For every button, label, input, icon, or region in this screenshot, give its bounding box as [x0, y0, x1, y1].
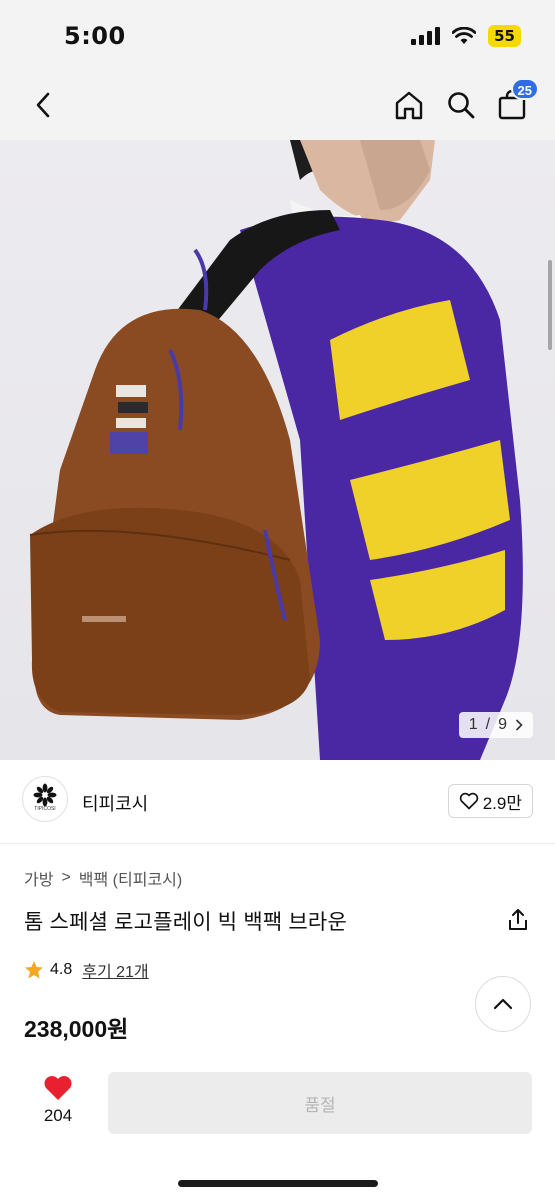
sold-out-button[interactable]: 품절: [108, 1072, 532, 1134]
bottom-action-bar: 204 품절: [0, 1058, 555, 1200]
breadcrumb-subcategory[interactable]: 백팩 (티피코시): [79, 866, 182, 890]
wishlist-button[interactable]: 204: [34, 1074, 82, 1138]
status-bar: 5:00 55: [0, 0, 555, 72]
battery-badge: 55: [488, 25, 521, 47]
signal-icon: [411, 27, 441, 45]
brand-like-button[interactable]: 2.9만: [447, 784, 533, 818]
back-button[interactable]: [26, 88, 60, 122]
rating-value: 4.8: [50, 961, 73, 978]
search-button[interactable]: [442, 86, 480, 124]
flower-icon: [33, 783, 57, 807]
rating-row: 4.8 후기 21개: [24, 958, 149, 982]
brand-row[interactable]: TIPICOSI 티피코시 2.9만: [0, 760, 555, 844]
status-indicators: 55: [411, 25, 521, 47]
cart-button[interactable]: 25: [493, 78, 539, 124]
heart-filled-icon: [44, 1076, 72, 1100]
scroll-to-top-button[interactable]: [475, 976, 531, 1032]
wishlist-count: 204: [43, 1106, 73, 1125]
product-title: 톰 스페셜 로고플레이 빅 백팩 브라운: [24, 911, 347, 934]
review-link[interactable]: 후기 21개: [82, 958, 148, 982]
home-button[interactable]: [390, 86, 428, 124]
image-total: 9: [498, 716, 507, 733]
breadcrumb-category[interactable]: 가방: [24, 866, 53, 890]
heart-outline-icon: [459, 792, 478, 810]
brand-logo-text: TIPICOSI: [34, 806, 56, 812]
star-icon: [25, 961, 43, 979]
search-icon: [448, 92, 475, 119]
home-indicator: [178, 1180, 378, 1187]
product-photo: [29, 140, 523, 760]
chevron-right-icon: [515, 719, 523, 731]
cart-count-badge: 25: [510, 78, 539, 100]
home-icon: [395, 91, 423, 120]
breadcrumb: 가방 > 백팩 (티피코시): [24, 866, 182, 890]
brand-like-count: 2.9만: [482, 793, 522, 813]
image-counter[interactable]: 1 / 9: [458, 712, 533, 738]
chevron-left-icon: [36, 92, 50, 118]
status-time: 5:00: [64, 22, 126, 50]
top-nav: 25: [0, 72, 555, 140]
share-icon: [509, 909, 527, 930]
share-button[interactable]: [503, 904, 533, 936]
wifi-icon: [452, 27, 477, 44]
breadcrumb-separator: >: [61, 869, 71, 886]
chevron-up-icon: [493, 998, 513, 1010]
brand-logo[interactable]: TIPICOSI: [22, 776, 68, 822]
scroll-indicator: [548, 260, 552, 350]
image-separator: /: [485, 716, 491, 733]
product-price: 238,000원: [24, 1016, 129, 1042]
product-image[interactable]: 1 / 9: [0, 140, 555, 760]
image-current: 1: [468, 716, 478, 733]
brand-name[interactable]: 티피코시: [82, 790, 148, 816]
